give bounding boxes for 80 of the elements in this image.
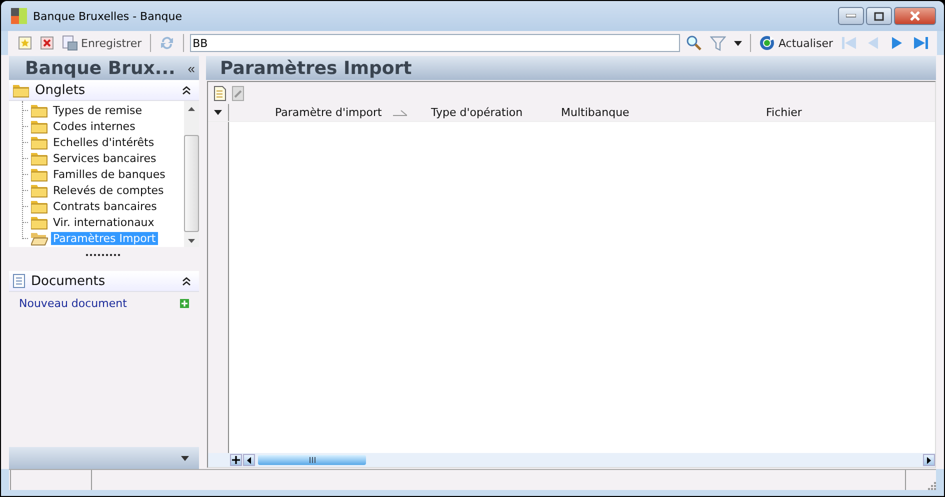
new-button[interactable] <box>214 86 226 100</box>
scroll-left-icon <box>247 456 251 464</box>
document-icon <box>232 86 244 100</box>
scroll-up-icon <box>188 107 195 111</box>
first-icon <box>841 35 857 51</box>
group-header[interactable]: Documents <box>9 271 199 292</box>
column-header[interactable]: Fichier <box>766 106 802 119</box>
new-document-link[interactable]: Nouveau document <box>19 297 180 310</box>
minimize-button[interactable] <box>838 7 864 25</box>
new-button[interactable] <box>16 35 34 51</box>
caret-icon <box>734 40 742 46</box>
scroll-left-button[interactable] <box>243 454 255 466</box>
document-icon <box>62 35 78 51</box>
new-icon <box>18 36 32 50</box>
group-header[interactable]: Onglets <box>9 80 199 101</box>
folder-icon <box>31 198 48 214</box>
last-icon <box>913 35 929 51</box>
collapse-button[interactable]: « <box>188 60 195 76</box>
resize-grip-icon <box>927 481 936 490</box>
maximize-button[interactable] <box>866 7 892 25</box>
scroll-right-icon <box>927 456 931 464</box>
add-icon <box>180 299 189 308</box>
delete-icon <box>40 36 54 50</box>
panel-title: Paramètres Import <box>206 56 936 80</box>
dropdown-button[interactable] <box>732 40 744 46</box>
window-title: Banque Bruxelles - Banque <box>33 10 184 22</box>
refresh-icon <box>158 35 175 51</box>
plus-icon <box>232 456 240 464</box>
column-header[interactable]: Paramètre d'import <box>229 106 431 119</box>
folder-icon <box>31 150 48 166</box>
tree-item[interactable]: Familles de banques <box>51 168 168 180</box>
tree-item[interactable]: Contrats bancaires <box>51 200 159 212</box>
add-row-button[interactable] <box>230 454 242 466</box>
column-header[interactable]: Multibanque <box>561 106 766 119</box>
refresh-button[interactable]: Actualiser <box>757 34 835 52</box>
folder-icon <box>31 166 48 182</box>
document-icon <box>13 274 25 288</box>
folder-icon <box>31 182 48 198</box>
refresh-icon <box>759 35 776 51</box>
tree-item[interactable]: Codes internes <box>51 120 138 132</box>
column-header[interactable]: Type d'opération <box>431 106 561 119</box>
caret-icon <box>214 110 222 115</box>
panel-title: Banque Brux... <box>25 58 176 78</box>
folder-icon <box>31 134 48 150</box>
scroll-right-button[interactable] <box>923 454 935 466</box>
close-button[interactable] <box>894 7 936 25</box>
open-folder-icon <box>31 230 48 246</box>
grip-icon <box>308 457 316 463</box>
edit-button[interactable] <box>232 86 244 100</box>
folder-icon <box>13 82 29 98</box>
chevron-up-icon <box>182 276 191 286</box>
tree-item[interactable]: Echelles d'intérêts <box>51 136 156 148</box>
scrollbar[interactable] <box>184 101 199 247</box>
group-label: Onglets <box>35 82 86 98</box>
tree-item[interactable]: Services bancaires <box>51 152 158 164</box>
app-icon <box>11 8 27 24</box>
tree-item[interactable]: Relevés de comptes <box>51 184 166 196</box>
tree-item[interactable]: Vir. internationaux <box>51 216 156 228</box>
tree-item[interactable]: Types de remise <box>51 104 144 116</box>
maximize-icon <box>874 12 884 20</box>
caret-icon <box>181 456 189 460</box>
last-button[interactable] <box>911 34 931 52</box>
document-icon <box>214 86 226 100</box>
save-button[interactable]: Enregistrer <box>60 34 144 52</box>
delete-button[interactable] <box>38 35 56 51</box>
sort-icon <box>393 110 407 116</box>
filter-icon <box>710 35 726 51</box>
scroll-down-icon <box>188 239 195 243</box>
close-icon <box>909 11 921 21</box>
group-label: Documents <box>31 274 106 288</box>
folder-icon <box>31 102 48 118</box>
expand-toggle[interactable] <box>182 276 191 286</box>
horizontal-scrollbar[interactable] <box>208 453 935 467</box>
search-icon <box>686 35 702 51</box>
expand-toggle[interactable] <box>182 86 191 94</box>
folder-icon <box>31 118 48 134</box>
search-field[interactable]: BB <box>190 34 680 52</box>
folder-icon <box>31 214 48 230</box>
minimize-icon <box>846 14 856 18</box>
chevron-up-icon <box>182 86 191 94</box>
